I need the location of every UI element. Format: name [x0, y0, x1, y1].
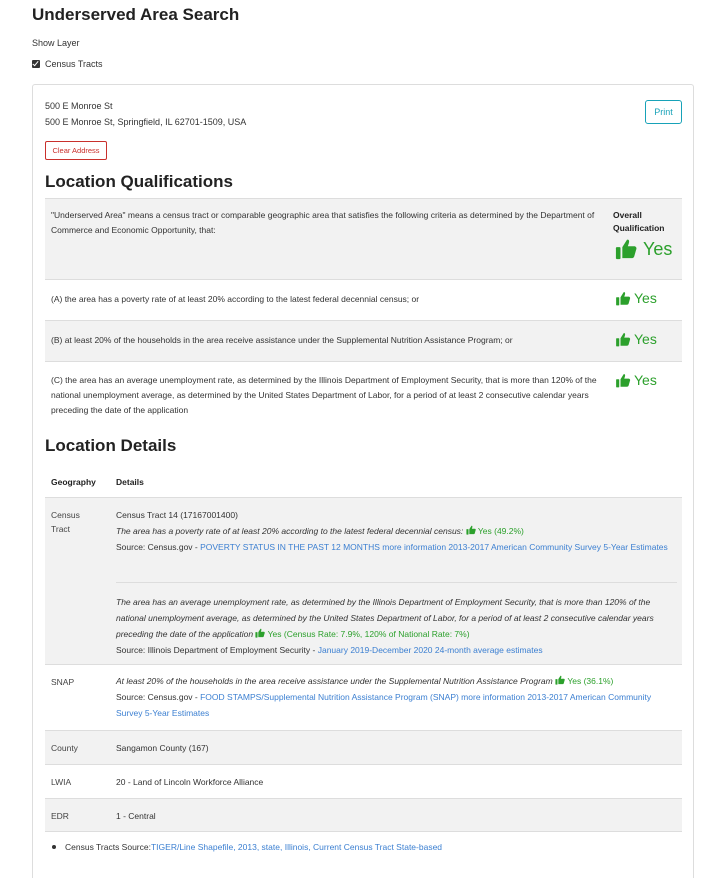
table-row-snap: SNAP At least 20% of the households in t…: [45, 664, 682, 730]
snap-result: Yes (36.1%): [567, 676, 614, 686]
lwia-value: 20 - Land of Lincoln Workforce Alliance: [116, 777, 264, 787]
qualification-intro-row: "Underserved Area" means a census tract …: [45, 198, 682, 279]
table-row-census-tract: Census Tract Census Tract 14 (1716700140…: [45, 497, 682, 664]
column-header-details: Details: [116, 477, 144, 487]
criterion-row-a: (A) the area has a poverty rate of at le…: [45, 279, 682, 320]
thumbs-up-icon: [616, 373, 631, 387]
geo-edr: EDR: [51, 811, 69, 821]
thumbs-up-icon: [555, 675, 565, 685]
poverty-source-label: Source: Census.gov -: [116, 542, 201, 552]
census-tract-id: Census Tract 14 (17167001400): [116, 510, 238, 520]
thumbs-up-icon: [616, 291, 631, 305]
snap-details: At least 20% of the households in the ar…: [116, 673, 677, 721]
criterion-text-b: (B) at least 20% of the households in th…: [51, 335, 513, 345]
criterion-value-c: Yes: [634, 372, 657, 388]
criterion-result-b: Yes: [615, 331, 657, 347]
county-value: Sangamon County (167): [116, 743, 209, 753]
address-line-2: 500 E Monroe St, Springfield, IL 62701-1…: [45, 117, 247, 127]
geo-snap: SNAP: [51, 677, 75, 687]
column-header-geography: Geography: [51, 477, 96, 487]
criterion-value-a: Yes: [634, 290, 657, 306]
census-tracts-source-note: Census Tracts Source: TIGER/Line Shapefi…: [52, 842, 442, 852]
source-note-label: Census Tracts Source:: [65, 842, 151, 852]
location-details-heading: Location Details: [45, 436, 177, 455]
criterion-text-c: (C) the area has an average unemployment…: [51, 375, 597, 415]
address-line-1: 500 E Monroe St: [45, 101, 113, 111]
thumbs-up-icon: [615, 239, 637, 260]
page-title: Underserved Area Search: [32, 5, 240, 24]
poverty-result: Yes (49.2%): [477, 526, 524, 536]
geo-census-tract: Census Tract: [51, 510, 80, 534]
divider: [116, 582, 677, 583]
qualification-intro-text: "Underserved Area" means a census tract …: [51, 210, 595, 235]
overall-qualification-value: Yes: [643, 238, 673, 259]
poverty-source-link[interactable]: POVERTY STATUS IN THE PAST 12 MONTHS mor…: [200, 542, 668, 552]
table-row-edr: EDR 1 - Central: [45, 798, 682, 832]
table-row-county: County Sangamon County (167): [45, 730, 682, 764]
geo-county: County: [51, 743, 78, 753]
overall-qualification: Overall Qualification Yes: [613, 209, 679, 260]
table-header: Geography Details: [45, 467, 682, 497]
thumbs-up-icon: [466, 525, 476, 535]
overall-qualification-result: Yes: [613, 238, 679, 260]
unemployment-result: Yes (Census Rate: 7.9%, 120% of National…: [267, 629, 470, 639]
criterion-result-c: Yes: [615, 372, 657, 388]
unemployment-source-label: Source: Illinois Department of Employmen…: [116, 645, 318, 655]
census-tracts-label: Census Tracts: [45, 59, 103, 69]
criterion-text-a: (A) the area has a poverty rate of at le…: [51, 294, 420, 304]
criterion-result-a: Yes: [615, 290, 657, 306]
geo-lwia: LWIA: [51, 777, 72, 787]
edr-value: 1 - Central: [116, 811, 156, 821]
table-row-lwia: LWIA 20 - Land of Lincoln Workforce Alli…: [45, 764, 682, 798]
location-qualifications-heading: Location Qualifications: [45, 172, 233, 191]
print-button[interactable]: Print: [645, 100, 682, 124]
unemployment-details: The area has an average unemployment rat…: [116, 594, 677, 658]
census-tract-details: Census Tract 14 (17167001400) The area h…: [116, 507, 677, 555]
criterion-row-c: (C) the area has an average unemployment…: [45, 361, 682, 427]
show-layer-label: Show Layer: [32, 38, 80, 48]
bullet-icon: [52, 845, 56, 849]
snap-criterion-text: At least 20% of the households in the ar…: [116, 676, 553, 686]
unemployment-source-link[interactable]: January 2019-December 2020 24-month aver…: [318, 645, 543, 655]
snap-source-label: Source: Census.gov -: [116, 692, 201, 702]
criterion-value-b: Yes: [634, 331, 657, 347]
criterion-row-b: (B) at least 20% of the households in th…: [45, 320, 682, 361]
census-tracts-checkbox[interactable]: [32, 60, 40, 68]
overall-qualification-label: Overall Qualification: [613, 210, 665, 233]
clear-address-button[interactable]: Clear Address: [45, 141, 107, 160]
thumbs-up-icon: [255, 628, 266, 638]
census-tracts-layer-toggle[interactable]: Census Tracts: [32, 59, 103, 69]
thumbs-up-icon: [616, 332, 631, 346]
poverty-criterion-text: The area has a poverty rate of at least …: [116, 526, 464, 536]
source-note-link[interactable]: TIGER/Line Shapefile, 2013, state, Illin…: [151, 842, 442, 852]
